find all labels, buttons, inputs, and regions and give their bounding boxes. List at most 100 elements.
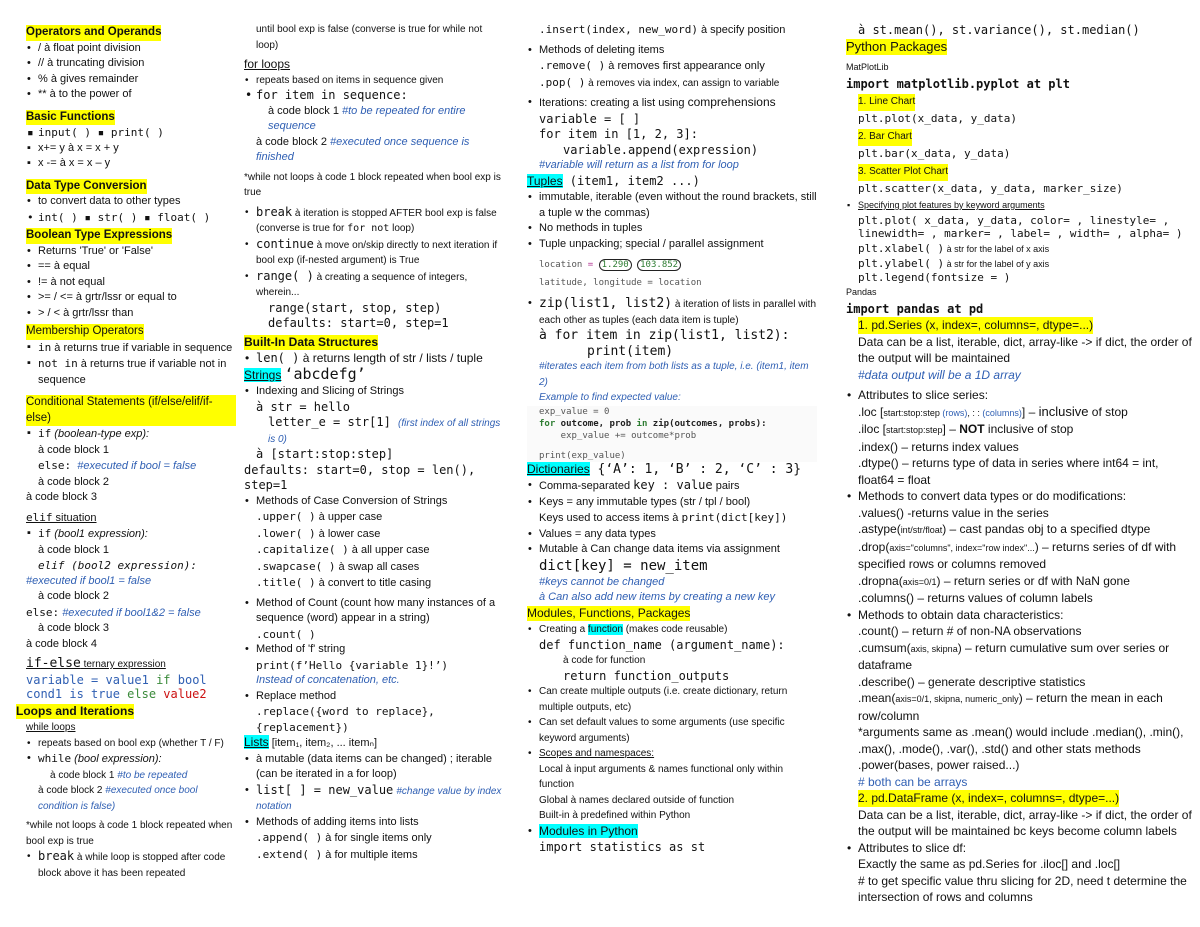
method-line: .describe() – generate descriptive stati…: [858, 674, 1086, 689]
code-block-line: à code block 1: [38, 543, 109, 556]
column-4: à st.mean(), st.variance(), st.median() …: [846, 22, 1196, 906]
case-item: .title( ) à convert to title casing: [256, 576, 432, 589]
matplotlib-label: MatPlotLib: [846, 62, 889, 72]
continued-text: until bool exp is false (converse is tru…: [256, 24, 483, 51]
code-line: letter_e = str[1] (first index of all st…: [268, 415, 501, 445]
range-defaults: defaults: start=0, step=1: [268, 316, 449, 330]
list-item: len( ) à returns length of str / lists /…: [245, 351, 506, 367]
method-line: .count() – return # of non-NA observatio…: [858, 624, 1082, 638]
break-list: break à while loop is stopped after code…: [26, 849, 236, 881]
conditional-list: if (boolean-type exp):: [26, 426, 236, 443]
list-item: Replace method: [245, 689, 506, 705]
heading-modules: Modules, Functions, Packages: [527, 605, 691, 621]
dict-list: Comma-separated key : value pairs Keys =…: [527, 478, 817, 558]
modules-python-list: Modules in Python: [527, 823, 817, 841]
note: *while not loops à code 1 block repeated…: [244, 171, 501, 199]
list-item: Methods of Case Conversion of Strings: [245, 494, 506, 510]
code-line: return function_outputs: [563, 668, 730, 683]
chart-type-label: 3. Scatter Plot Chart: [858, 164, 949, 181]
scope-line: Local à input arguments & names function…: [539, 763, 784, 791]
comment: # both can be arrays: [858, 774, 968, 789]
method-line: .append( ) à for single items only: [256, 831, 432, 844]
list-item: Mutable à Can change data items via assi…: [528, 542, 817, 558]
code-line: plt.legend(fontsize = ): [858, 271, 1011, 284]
code-block-line: à code block 2 #executed once bool condi…: [38, 785, 198, 812]
basic-functions-list: input( ) ▪ print( ) x+= y à x = x + y x …: [26, 125, 236, 172]
method-line: .values() -returns value in the series: [858, 505, 1049, 520]
case-item: .upper( ) à upper case: [256, 510, 383, 523]
comment: à Can also add new items by creating a n…: [539, 591, 776, 603]
range-signature: range(start, stop, step): [268, 300, 442, 315]
list-item: Values = any data types: [528, 527, 817, 543]
tuples-list: immutable, iterable (even without the ro…: [527, 190, 817, 252]
list-item: Returns 'True' or 'False': [27, 244, 236, 260]
method-line: .extend( ) à for multiple items: [256, 847, 418, 861]
heading-data-type-conversion: Data Type Conversion: [26, 178, 147, 194]
code-line: à [start:stop:step]: [256, 447, 394, 461]
heading-conditional: Conditional Statements (if/else/elif/if-…: [26, 395, 236, 426]
delete-list: Methods of deleting items: [527, 43, 817, 59]
code-line: plt.xlabel( ) à str for the label of x a…: [858, 241, 1050, 255]
list-item: int( ) ▪ str( ) ▪ float( ): [27, 210, 236, 226]
code-line: plt.plot(x_data, y_data): [858, 111, 1017, 125]
list-item: Scopes and namespaces:: [528, 746, 817, 762]
else-line: else: #executed if bool = false: [38, 459, 197, 472]
builtin-list: len( ) à returns length of str / lists /…: [244, 351, 506, 367]
case-item: .capitalize( ) à all upper case: [256, 543, 430, 556]
list-item: break à iteration is stopped AFTER bool …: [245, 205, 506, 237]
case-item: .lower( ) à lower case: [256, 526, 381, 540]
list-item: >= / <= à grtr/lssr or equal to: [27, 290, 236, 306]
chart-type-label: 1. Line Chart: [858, 94, 916, 111]
code-block-line: à code block 2: [38, 475, 109, 488]
iteration-list: Iterations: creating a list using compre…: [527, 95, 817, 112]
code-line: print(item): [587, 343, 674, 359]
list-item: > / < à grtr/lssr than: [27, 306, 236, 322]
code-block-line: à code block 1: [38, 443, 109, 456]
list-item: Can set default values to some arguments…: [528, 715, 817, 746]
list-item: Iterations: creating a list using compre…: [528, 95, 817, 112]
method-line: .cumsum(axis, skipna) – return cumulativ…: [858, 640, 1170, 673]
code-line: plt.ylabel( ) à str for the label of y a…: [858, 257, 1050, 270]
heading-boolean: Boolean Type Expressions: [26, 228, 173, 244]
code-line: plt.bar(x_data, y_data): [858, 146, 1011, 160]
list-item: break à while loop is stopped after code…: [27, 849, 236, 881]
operators-list: / à float point division // à truncating…: [26, 41, 236, 103]
comment: #keys cannot be changed: [539, 575, 665, 588]
lists-list: à mutable (data items can be changed) ; …: [244, 752, 506, 831]
membership-list: in à returns true if variable in sequenc…: [26, 340, 236, 389]
method-line: .index() – returns index values: [858, 439, 1019, 454]
tuple-unpacking-image: location = 1.290 103.852 latitude, longi…: [527, 256, 817, 292]
while-list: repeats based on bool exp (whether T / F…: [26, 736, 236, 768]
code-line: à st.mean(), st.variance(), st.median(): [858, 23, 1140, 37]
list-item: Creating a function (makes code reusable…: [528, 622, 817, 638]
elif-list: if (bool1 expression):: [26, 526, 236, 543]
import-line: import matplotlib.pyplot at plt: [846, 76, 1070, 91]
method-line: .insert(index, new_word) à specify posit…: [539, 23, 786, 36]
code-line: plt.plot( x_data, y_data, color= , lines…: [858, 213, 1183, 240]
list-item: Keys = any immutable types (str / tpl / …: [528, 495, 817, 527]
comment: Example to find expected value:: [539, 392, 681, 403]
heading-membership: Membership Operators: [26, 324, 144, 340]
conversion-methods-list: Methods to convert data types or do modi…: [846, 488, 1196, 505]
scope-line: Built-in à predefined within Python: [539, 810, 691, 821]
code-line: print(f’Hello {variable 1}!’): [256, 658, 449, 672]
list-item: Method of 'f' string: [245, 642, 506, 658]
list-item: input( ) ▪ print( ): [27, 125, 236, 141]
comment: #iterates each item from both lists as a…: [539, 361, 809, 388]
list-item: Specifying plot features by keyword argu…: [847, 197, 1196, 214]
for-list: repeats based on items in sequence given…: [244, 73, 506, 104]
list-item: Comma-separated key : value pairs: [528, 478, 817, 495]
method-line: .dropna(axis=0/1) – return series or df …: [858, 573, 1130, 588]
replace-list: Replace method: [244, 689, 506, 705]
characteristics-list: Methods to obtain data characteristics:: [846, 607, 1196, 624]
list-item: x -= à x = x – y: [27, 156, 236, 172]
loc-line: .loc [start:stop:step (rows), : : (colum…: [858, 403, 1128, 419]
strings-list: Indexing and Slicing of Strings: [244, 384, 506, 400]
code-line: import statistics as st: [539, 840, 706, 854]
code-line: .replace({word to replace}, {replacement…: [256, 705, 435, 734]
list-item: not in à returns true if variable not in…: [27, 356, 236, 388]
for-heading: for loops: [244, 57, 291, 71]
chart-type-label: 2. Bar Chart: [858, 129, 912, 146]
list-item: Methods of adding items into lists: [245, 815, 506, 831]
note: *arguments same as .mean() would include…: [858, 725, 1184, 756]
